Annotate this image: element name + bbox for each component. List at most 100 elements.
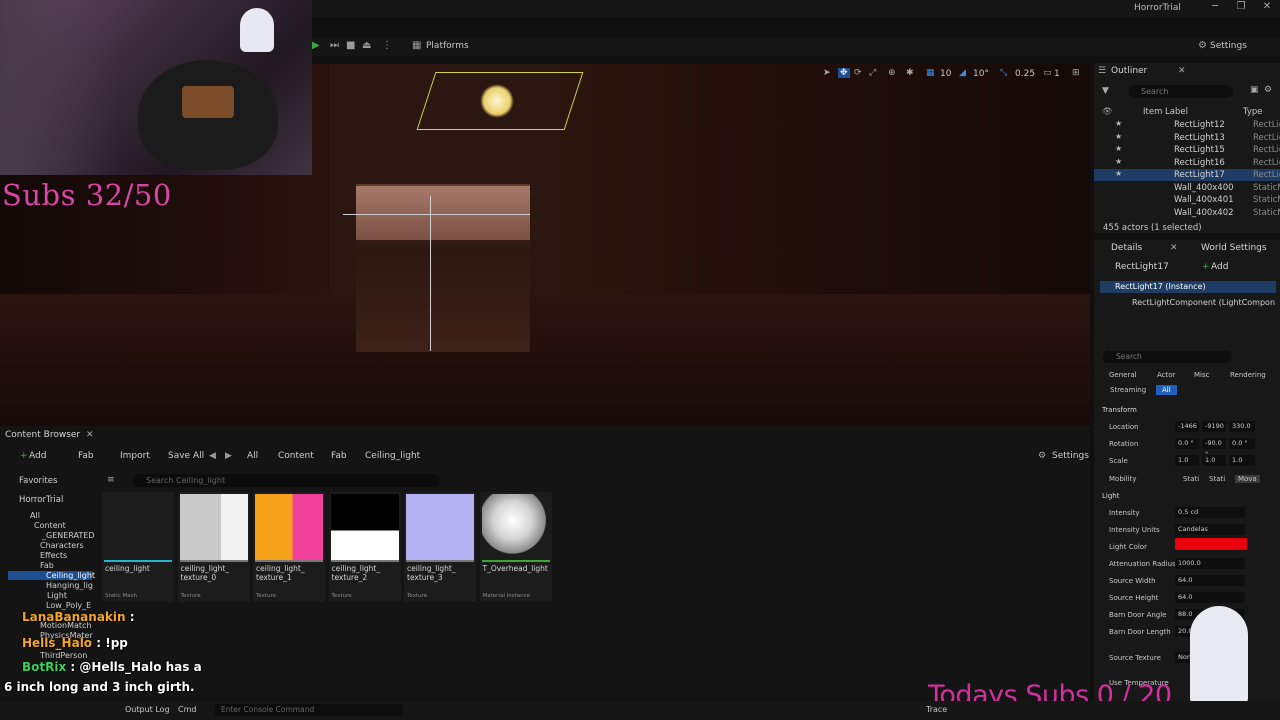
outliner-row[interactable]: Wall_400x400 StaticMe bbox=[1094, 182, 1280, 194]
light-color-swatch[interactable] bbox=[1175, 538, 1247, 550]
platforms-menu[interactable]: Platforms bbox=[426, 41, 469, 51]
history-forward-icon[interactable]: ▶ bbox=[225, 451, 232, 461]
outliner-row[interactable]: ★ RectLight17 RectLight bbox=[1094, 169, 1280, 181]
asset-tile[interactable]: ceiling_light_ texture_3 Texture bbox=[404, 492, 476, 602]
outliner-row[interactable]: Wall_400x401 StaticMe bbox=[1094, 194, 1280, 206]
attenuation-field[interactable]: 1000.0 bbox=[1175, 558, 1245, 569]
grid-snap-value[interactable]: 10 bbox=[940, 69, 951, 79]
scale-z[interactable]: 1.0 bbox=[1229, 455, 1255, 466]
location-x[interactable]: -1466 bbox=[1175, 421, 1199, 432]
details-search-input[interactable]: Search bbox=[1102, 351, 1232, 363]
folder-tree-item[interactable]: Hanging_lig bbox=[46, 581, 93, 590]
transform-section[interactable]: Transform bbox=[1102, 406, 1137, 414]
mobility-movable[interactable]: Mova bbox=[1235, 475, 1260, 483]
cb-settings-button[interactable]: Settings bbox=[1052, 451, 1089, 461]
minimize-button[interactable]: ─ bbox=[1208, 1, 1222, 15]
outliner-search-input[interactable]: Search bbox=[1129, 85, 1233, 98]
folder-tree-item[interactable]: _GENERATED bbox=[42, 531, 94, 540]
folder-tree-item[interactable]: Effects bbox=[40, 551, 67, 560]
mobility-static[interactable]: Stati bbox=[1183, 475, 1199, 483]
outliner-row[interactable]: ★ RectLight15 RectLight bbox=[1094, 144, 1280, 156]
close-cb-icon[interactable]: ✕ bbox=[86, 430, 94, 440]
star-icon[interactable]: ★ bbox=[1115, 132, 1122, 141]
rotation-z[interactable]: 0.0 ° bbox=[1229, 438, 1255, 449]
asset-tile[interactable]: ceiling_light Static Mesh bbox=[102, 492, 174, 602]
rotate-mode-icon[interactable]: ⟳ bbox=[854, 68, 862, 78]
history-back-icon[interactable]: ◀ bbox=[209, 451, 216, 461]
star-icon[interactable]: ★ bbox=[1115, 119, 1122, 128]
category-rendering[interactable]: Rendering bbox=[1230, 371, 1266, 379]
outliner-row[interactable]: ★ RectLight16 RectLight bbox=[1094, 157, 1280, 169]
world-space-icon[interactable]: ⊕ bbox=[888, 68, 896, 78]
filter-icon[interactable]: ▼ bbox=[1102, 86, 1109, 96]
scale-y[interactable]: 1.0 bbox=[1202, 455, 1226, 466]
star-icon[interactable]: ★ bbox=[1115, 144, 1122, 153]
breadcrumb-all[interactable]: All bbox=[247, 451, 258, 461]
settings-menu[interactable]: Settings bbox=[1210, 41, 1247, 51]
eject-icon[interactable]: ⏏ bbox=[362, 40, 371, 51]
close-tab-icon[interactable]: ✕ bbox=[1178, 66, 1186, 76]
camera-speed-value[interactable]: 1 bbox=[1054, 69, 1060, 79]
trace-button[interactable]: Trace bbox=[926, 705, 947, 714]
close-button[interactable]: ✕ bbox=[1260, 1, 1274, 15]
category-general[interactable]: General bbox=[1109, 371, 1137, 379]
asset-tile[interactable]: ceiling_light_ texture_2 Texture bbox=[328, 492, 401, 602]
scale-x[interactable]: 1.0 bbox=[1175, 455, 1199, 466]
save-all-button[interactable]: Save All bbox=[168, 451, 204, 461]
folder-tree-item[interactable]: ThirdPerson bbox=[40, 651, 87, 660]
add-component-icon[interactable]: + bbox=[1202, 262, 1210, 272]
translate-mode-icon[interactable]: ✥ bbox=[838, 68, 850, 78]
settings-gear-icon[interactable]: ⚙ bbox=[1264, 85, 1272, 95]
folder-tree-item[interactable]: Fab bbox=[40, 561, 54, 570]
source-width-field[interactable]: 64.0 bbox=[1175, 575, 1245, 586]
asset-tile[interactable]: T_Overhead_light Material Instance bbox=[479, 492, 552, 602]
project-header[interactable]: HorrorTrial bbox=[19, 495, 63, 505]
breadcrumb-content[interactable]: Content bbox=[278, 451, 314, 461]
light-bulb-icon[interactable] bbox=[480, 84, 514, 118]
select-mode-icon[interactable]: ➤ bbox=[823, 68, 831, 78]
favorites-header[interactable]: Favorites bbox=[19, 476, 57, 486]
import-button[interactable]: Import bbox=[120, 451, 150, 461]
folder-tree-item[interactable]: Low_Poly_E bbox=[46, 601, 91, 610]
cmd-button[interactable]: Cmd bbox=[178, 705, 196, 714]
add-button[interactable]: Add bbox=[29, 451, 46, 461]
close-details-icon[interactable]: ✕ bbox=[1170, 243, 1178, 253]
maximize-button[interactable]: ❐ bbox=[1234, 1, 1248, 15]
column-type[interactable]: Type bbox=[1243, 107, 1263, 117]
intensity-field[interactable]: 0.5 cd bbox=[1175, 507, 1245, 518]
output-log-button[interactable]: Output Log bbox=[125, 705, 170, 714]
star-icon[interactable]: ★ bbox=[1115, 157, 1122, 166]
light-section[interactable]: Light bbox=[1102, 492, 1119, 500]
stop-icon[interactable]: ■ bbox=[346, 40, 355, 51]
camera-speed-icon[interactable]: ▭ bbox=[1043, 68, 1052, 78]
outliner-row[interactable]: ★ RectLight13 RectLight bbox=[1094, 132, 1280, 144]
rotation-snap-icon[interactable]: ◢ bbox=[959, 68, 966, 78]
category-all[interactable]: All bbox=[1156, 385, 1177, 395]
world-settings-tab[interactable]: World Settings bbox=[1201, 243, 1267, 253]
folder-tree-item[interactable]: Content bbox=[34, 521, 66, 530]
rotation-y[interactable]: -90.0 ° bbox=[1202, 438, 1226, 458]
asset-tile[interactable]: ceiling_light_ texture_1 Texture bbox=[253, 492, 325, 602]
folder-tree-item[interactable]: Characters bbox=[40, 541, 84, 550]
scale-mode-icon[interactable]: ⤢ bbox=[869, 68, 876, 78]
outliner-row[interactable]: Wall_400x402 StaticMe bbox=[1094, 207, 1280, 219]
breadcrumb-fab[interactable]: Fab bbox=[331, 451, 347, 461]
cb-filter-icon[interactable]: ≡ bbox=[107, 475, 115, 485]
cb-search-input[interactable]: Search Ceiling_light bbox=[132, 474, 440, 487]
layout-icon[interactable]: ⊞ bbox=[1072, 68, 1080, 78]
fab-button[interactable]: Fab bbox=[78, 451, 94, 461]
surface-snap-icon[interactable]: ✱ bbox=[906, 68, 914, 78]
column-item-label[interactable]: Item Label bbox=[1143, 107, 1188, 117]
more-options-icon[interactable]: ⋮ bbox=[382, 40, 392, 51]
scale-snap-value[interactable]: 0.25 bbox=[1015, 69, 1035, 79]
asset-tile[interactable]: ceiling_light_ texture_0 Texture bbox=[177, 492, 250, 602]
star-icon[interactable]: ★ bbox=[1115, 169, 1122, 178]
content-browser-tab[interactable]: Content Browser bbox=[5, 430, 80, 440]
location-y[interactable]: -9190 bbox=[1202, 421, 1226, 432]
intensity-units-select[interactable]: Candelas bbox=[1175, 524, 1245, 535]
instance-row[interactable]: RectLight17 (Instance) bbox=[1100, 281, 1276, 293]
category-actor[interactable]: Actor bbox=[1157, 371, 1175, 379]
component-label[interactable]: RectLightComponent (LightCompon bbox=[1132, 298, 1275, 307]
mobility-stationary[interactable]: Stati bbox=[1209, 475, 1225, 483]
category-streaming[interactable]: Streaming bbox=[1110, 386, 1146, 394]
